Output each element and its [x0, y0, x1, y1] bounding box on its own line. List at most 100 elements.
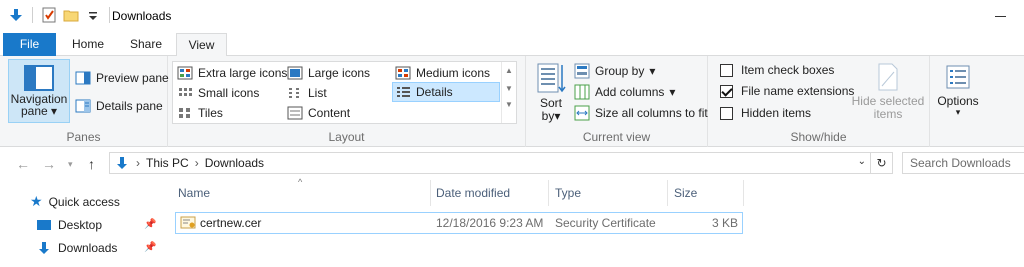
layout-tiles[interactable]: Tiles — [177, 103, 223, 123]
current-view-group: Sort by▾ Group by ▾ Add columns ▾ Size a… — [526, 56, 708, 147]
column-divider[interactable] — [743, 180, 744, 206]
gallery-expand-icon[interactable]: ▼ — [502, 100, 516, 109]
column-header-type[interactable]: Type — [555, 185, 667, 209]
recent-locations-icon[interactable]: ▾ — [68, 159, 73, 170]
tab-view[interactable]: View — [176, 33, 227, 57]
layout-large-icons[interactable]: Large icons — [287, 63, 370, 83]
navigation-pane-button[interactable]: Navigation pane ▾ — [8, 59, 70, 123]
scroll-up-icon[interactable]: ▲ — [502, 66, 516, 75]
layout-medium-icons-label: Medium icons — [416, 66, 491, 80]
show-hide-group: Item check boxes File name extensions Hi… — [708, 56, 930, 147]
size-columns-icon — [574, 105, 590, 121]
customize-toolbar-icon[interactable] — [85, 7, 101, 23]
content-icon — [287, 105, 303, 121]
back-arrow-icon[interactable]: ← — [16, 156, 30, 172]
sidebar-item-desktop[interactable]: Desktop — [36, 217, 102, 233]
group-by-button[interactable]: Group by ▾ — [574, 63, 655, 79]
column-header-date-modified[interactable]: Date modified — [436, 185, 548, 209]
certificate-file-icon — [180, 215, 196, 231]
layout-medium-icons[interactable]: Medium icons — [395, 63, 490, 83]
size-all-columns-label: Size all columns to fit — [595, 106, 708, 120]
table-row[interactable]: certnew.cer 12/18/2016 9:23 AM Security … — [175, 212, 743, 234]
size-all-columns-button[interactable]: Size all columns to fit — [574, 105, 708, 121]
panes-group-label: Panes — [66, 130, 101, 144]
add-columns-button[interactable]: Add columns ▾ — [574, 84, 675, 100]
details-icon — [395, 84, 411, 100]
file-name-extensions-toggle[interactable]: File name extensions — [720, 84, 854, 98]
pin-icon[interactable]: 📌 — [144, 219, 156, 230]
group-by-dropdown-icon: ▾ — [649, 64, 656, 78]
sort-by-label-2: by▾ — [541, 109, 561, 123]
show-hide-group-label: Show/hide — [790, 130, 847, 144]
title-bar: Downloads — [0, 0, 1024, 33]
navigation-pane-icon — [24, 65, 54, 91]
layout-group-label: Layout — [328, 130, 365, 144]
downloads-location-icon — [114, 155, 130, 171]
down-arrow-icon[interactable] — [8, 7, 24, 23]
options-icon — [945, 64, 971, 90]
minimize-icon[interactable] — [995, 16, 1006, 17]
file-name-extensions-checkbox[interactable] — [720, 84, 733, 98]
current-view-group-label: Current view — [582, 130, 651, 144]
sidebar-item-quick-access[interactable]: ★ Quick access — [30, 193, 120, 210]
layout-small-icons[interactable]: Small icons — [177, 83, 259, 103]
address-bar[interactable]: › This PC › Downloads ⌄ ↻ — [109, 152, 893, 174]
breadcrumb-downloads[interactable]: Downloads — [205, 156, 264, 170]
details-pane-icon — [75, 98, 91, 114]
layout-large-icons-label: Large icons — [308, 66, 371, 80]
details-pane-button[interactable]: Details pane — [75, 98, 163, 114]
item-check-boxes-checkbox[interactable] — [720, 63, 733, 77]
forward-arrow-icon[interactable]: → — [42, 156, 56, 172]
layout-details[interactable]: Details — [392, 82, 500, 102]
layout-list[interactable]: List — [287, 83, 327, 103]
hide-selected-items-button[interactable]: Hide selected items — [850, 62, 926, 121]
breadcrumb-chevron-icon: › — [136, 156, 140, 170]
refresh-icon[interactable]: ↻ — [870, 153, 892, 173]
add-columns-dropdown-icon: ▾ — [669, 85, 676, 99]
group-by-label: Group by — [595, 64, 645, 78]
layout-details-label: Details — [416, 85, 453, 99]
properties-icon[interactable] — [41, 7, 57, 23]
hidden-items-toggle[interactable]: Hidden items — [720, 106, 811, 120]
preview-pane-button[interactable]: Preview pane — [75, 70, 169, 86]
navigation-pane-label-2-text: pane — [20, 104, 48, 118]
hide-selected-label-2: items — [873, 107, 903, 121]
up-arrow-icon[interactable]: ↑ — [88, 156, 95, 172]
hidden-items-checkbox[interactable] — [720, 106, 733, 120]
tab-file[interactable]: File — [3, 33, 56, 56]
column-header-size[interactable]: Size — [674, 185, 734, 209]
layout-content[interactable]: Content — [287, 103, 350, 123]
tab-home[interactable]: Home — [63, 33, 113, 56]
preview-pane-icon — [75, 70, 91, 86]
sidebar-item-label: Desktop — [58, 218, 103, 232]
options-button[interactable]: Options ▾ — [936, 64, 980, 117]
sidebar-item-downloads[interactable]: Downloads — [36, 240, 117, 256]
column-divider[interactable] — [548, 180, 549, 206]
item-check-boxes-toggle[interactable]: Item check boxes — [720, 63, 834, 77]
downloads-icon — [36, 240, 52, 256]
sidebar-item-label: Quick access — [48, 194, 120, 209]
pin-icon[interactable]: 📌 — [144, 242, 156, 253]
quick-access-toolbar — [8, 7, 112, 23]
layout-extra-large-icons[interactable]: Extra large icons — [177, 63, 287, 83]
column-header-name[interactable]: Name — [178, 185, 430, 209]
new-folder-icon[interactable] — [63, 7, 79, 23]
file-date-modified: 12/18/2016 9:23 AM — [436, 216, 544, 230]
desktop-icon — [36, 217, 52, 233]
preview-pane-label: Preview pane — [96, 71, 169, 85]
address-dropdown-icon[interactable]: ⌄ — [858, 156, 866, 167]
column-divider[interactable] — [430, 180, 431, 206]
file-size: 3 KB — [711, 216, 738, 230]
tab-share[interactable]: Share — [120, 33, 172, 56]
breadcrumb-this-pc[interactable]: This PC — [146, 156, 189, 170]
scroll-down-icon[interactable]: ▼ — [502, 84, 516, 93]
layout-gallery-scrollbar[interactable]: ▲ ▼ ▼ — [501, 62, 516, 123]
column-divider[interactable] — [667, 180, 668, 206]
window-title: Downloads — [112, 9, 172, 23]
toolbar-divider — [32, 7, 33, 23]
ribbon: Navigation pane ▾ Preview pane Details p… — [0, 56, 1024, 147]
search-input[interactable]: Search Downloads — [902, 152, 1024, 174]
layout-tiles-label: Tiles — [198, 106, 223, 120]
sort-by-button[interactable]: Sort by▾ — [536, 62, 566, 123]
add-columns-icon — [574, 84, 590, 100]
